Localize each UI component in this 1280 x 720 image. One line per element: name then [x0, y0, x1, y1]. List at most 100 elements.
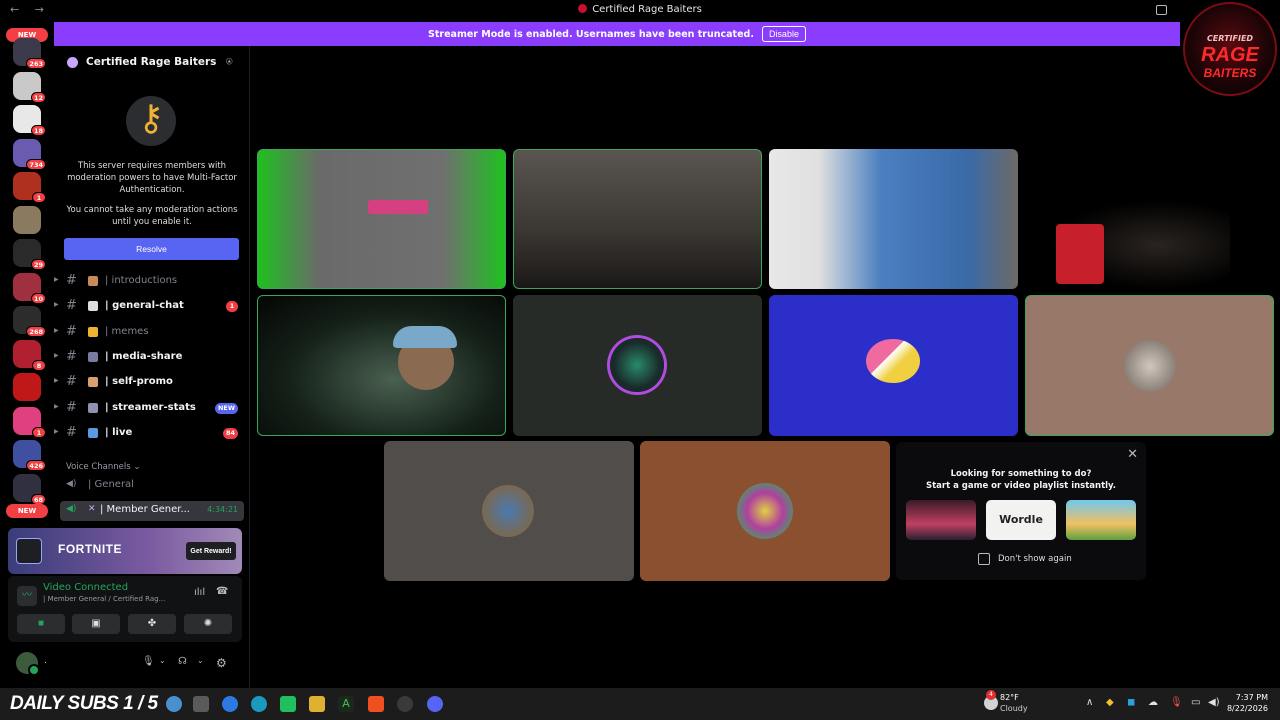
chevron-up-icon[interactable]: ∧	[1086, 697, 1093, 708]
avatar[interactable]	[16, 652, 40, 676]
weather-condition[interactable]: Cloudy	[1000, 704, 1028, 713]
server-icon[interactable]: 10	[13, 272, 46, 304]
screen-share-button[interactable]: ▣	[72, 614, 120, 634]
activity-game-farm[interactable]	[1066, 500, 1136, 540]
streamer-mode-banner: Streamer Mode is enabled. Usernames have…	[54, 22, 1180, 46]
taskbar-app-icon[interactable]	[166, 696, 182, 712]
edge-icon[interactable]	[251, 696, 267, 712]
channel-item[interactable]: ▶ # | memes	[54, 323, 250, 343]
server-icon[interactable]	[13, 205, 41, 234]
dont-show-checkbox[interactable]	[978, 553, 990, 565]
microphone-icon[interactable]: 🎙	[142, 656, 155, 667]
camera-button[interactable]: ■	[17, 614, 65, 634]
voice-connection-panel: 〰 Video Connected | Member General / Cer…	[8, 576, 242, 642]
channel-emoji-icon: ✕	[88, 504, 96, 514]
app-root: ← → Certified Rage Baiters Streamer Mode…	[0, 0, 1280, 720]
server-icon[interactable]: 68	[13, 473, 46, 505]
noise-suppression-icon[interactable]: ılıl	[194, 587, 205, 598]
server-icon[interactable]: 1	[13, 406, 46, 438]
gear-icon[interactable]: ⚙	[216, 656, 227, 670]
cloud-icon[interactable]: ☁	[1148, 697, 1158, 708]
obs-icon[interactable]	[397, 696, 413, 712]
resolve-button[interactable]: Resolve	[64, 238, 239, 260]
server-icon[interactable]: 268	[13, 306, 46, 337]
task-view-icon[interactable]	[193, 696, 209, 712]
user-name[interactable]: .	[44, 656, 47, 666]
channel-item[interactable]: ▶ # | media-share	[54, 348, 250, 368]
server-icon[interactable]: 426	[13, 440, 46, 471]
window-title: Certified Rage Baiters	[0, 4, 1280, 15]
close-icon[interactable]: ✕	[1127, 447, 1138, 462]
temperature[interactable]: 82°F	[1000, 693, 1019, 702]
server-icon[interactable]	[13, 373, 41, 401]
chevron-down-icon[interactable]: ⌄	[159, 656, 166, 665]
get-reward-button[interactable]: Get Reward!	[186, 542, 236, 560]
folder-icon[interactable]	[309, 696, 325, 712]
video-tile[interactable]	[1050, 200, 1230, 290]
terminal-icon[interactable]: A	[338, 696, 354, 712]
voice-category[interactable]: Voice Channels ⌄	[66, 462, 140, 472]
connection-channel[interactable]: | Member General / Certified Rag...	[43, 595, 165, 603]
video-tile[interactable]	[257, 149, 506, 289]
voice-channel-label: | General	[88, 479, 134, 490]
channel-item[interactable]: ▶ # | self-promo	[54, 373, 250, 393]
server-icon[interactable]: 263	[13, 38, 46, 69]
channel-item[interactable]: ▶ # | live 84	[54, 424, 250, 444]
server-icon[interactable]: 1	[13, 172, 46, 203]
server-icon[interactable]: 29	[13, 239, 46, 270]
activity-heading: Looking for something to do? Start a game…	[896, 468, 1146, 492]
voice-channel-member-general[interactable]: ◀) ✕ | Member Gener... 4:34:21	[60, 501, 244, 521]
store-icon[interactable]	[222, 696, 238, 712]
chevron-down-icon[interactable]: ⌄	[197, 656, 204, 665]
channel-emoji-icon	[88, 377, 98, 388]
channel-item[interactable]: ▶ # | general-chat 1	[54, 297, 250, 317]
video-tile[interactable]	[769, 295, 1018, 436]
server-header[interactable]: Certified Rage Baiters ⌄ ⍟	[54, 46, 250, 80]
server-badge: 8	[32, 359, 46, 371]
tray-app-icon[interactable]: ◆	[1106, 697, 1114, 708]
disable-button[interactable]: Disable	[761, 26, 806, 42]
server-badge: 18	[30, 125, 46, 136]
video-tile[interactable]	[513, 295, 762, 436]
server-badge: 734	[26, 158, 46, 170]
server-icon[interactable]: 734	[13, 138, 46, 170]
channel-item[interactable]: ▶ # | streamer-stats NEW	[54, 399, 250, 419]
activity-game-1[interactable]	[906, 500, 976, 540]
video-tile[interactable]	[384, 441, 634, 581]
server-icon[interactable]: 12	[13, 71, 46, 103]
activity-game-wordle[interactable]: Wordle	[986, 500, 1056, 540]
headphones-icon[interactable]: ☊	[178, 656, 187, 667]
brave-icon[interactable]	[368, 696, 384, 712]
server-icon	[578, 4, 588, 13]
background-object	[1056, 224, 1104, 284]
tray-app-icon[interactable]: ◼	[1127, 697, 1135, 708]
channel-item[interactable]: ▶ # | introductions	[54, 272, 250, 292]
kick-icon[interactable]	[280, 696, 296, 712]
microphone-icon[interactable]: 🎙	[1170, 697, 1183, 708]
server-icon[interactable]: 8	[13, 339, 46, 371]
connection-status[interactable]: Video Connected	[43, 582, 128, 593]
server-icon[interactable]: 18	[13, 105, 46, 136]
channel-label: | introductions	[105, 275, 178, 286]
video-tile[interactable]	[640, 441, 890, 581]
channel-label: | general-chat	[105, 300, 184, 312]
clock-date[interactable]: 8/22/2026	[1218, 704, 1268, 713]
signal-icon[interactable]: 〰	[17, 586, 37, 606]
disconnect-icon[interactable]: ☎	[216, 586, 228, 597]
voice-channel-general[interactable]: ◀) | General	[60, 476, 244, 496]
new-pill-bottom[interactable]: NEW	[6, 504, 48, 518]
clock-time[interactable]: 7:37 PM	[1228, 693, 1268, 702]
channel-arrow-icon: ▶	[54, 402, 59, 410]
network-icon[interactable]: ▭	[1191, 697, 1200, 708]
video-tile[interactable]	[1025, 295, 1274, 436]
soundboard-button[interactable]: ✺	[184, 614, 232, 634]
video-tile[interactable]	[513, 149, 762, 289]
video-tile[interactable]	[257, 295, 506, 436]
channel-arrow-icon: ▶	[54, 276, 59, 283]
discord-icon[interactable]	[427, 696, 443, 712]
activity-suggestion: ✕ Looking for something to do? Start a ga…	[896, 442, 1146, 580]
add-member-icon[interactable]: ⍟	[226, 55, 233, 69]
video-tile[interactable]	[769, 149, 1018, 289]
activities-button[interactable]: ✤	[128, 614, 176, 634]
inbox-icon[interactable]	[1156, 5, 1167, 15]
